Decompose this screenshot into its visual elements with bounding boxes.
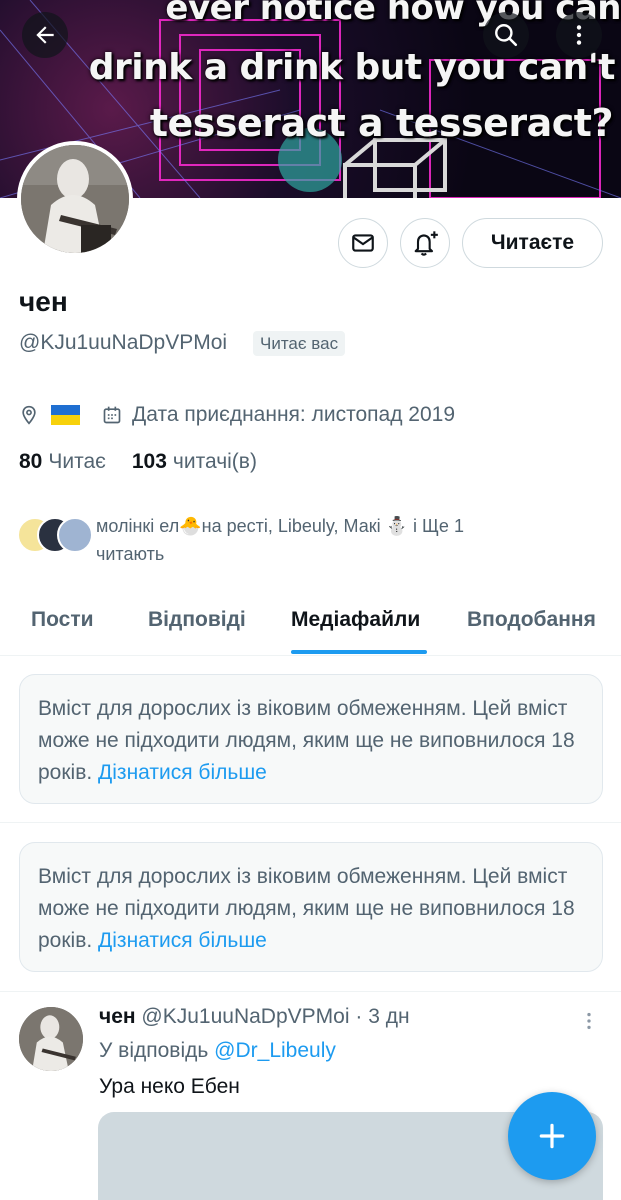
profile-name: чен [19,286,68,317]
tab-posts[interactable]: Пости [31,608,94,632]
sensitive-content-notice: Вміст для дорослих із віковим обмеженням… [19,842,603,972]
sensitive-content-notice: Вміст для дорослих із віковим обмеженням… [19,674,603,804]
banner-text-line-1: ever notice how you can [165,0,621,28]
tweet-header: чен @KJu1uuNaDpVPMoi · 3 дн [99,1005,410,1029]
tweet-reply-context: У відповідь @Dr_Libeuly [99,1039,336,1063]
more-options-button[interactable] [556,12,602,58]
calendar-icon [102,404,122,426]
tweet-text: Ура неко Ебен [99,1075,240,1098]
tweet-more-button[interactable] [578,1008,600,1039]
learn-more-link[interactable]: Дізнатися більше [98,929,267,952]
following-count: 80 [19,450,43,473]
reply-mention-link[interactable]: @Dr_Libeuly [214,1039,336,1062]
mutual-followers-text: молінкі ел🐣на ресті, Libeuly, Макі ⛄ і Щ… [96,512,596,568]
followers-label: читачі(в) [172,450,257,473]
tab-likes[interactable]: Вподобання [467,608,596,632]
arrow-left-icon [36,26,54,44]
tweet-dot-separator: · [355,1005,363,1028]
search-icon [495,24,518,47]
tab-replies[interactable]: Відповіді [148,608,246,632]
avatar-image [19,1007,83,1071]
more-vertical-icon [587,1012,591,1030]
learn-more-link[interactable]: Дізнатися більше [98,761,267,784]
mutual-followers-line-2: читають [96,544,165,564]
search-button[interactable] [483,12,529,58]
profile-tabs: Пости Відповіді Медіафайли Вподобання [0,590,621,656]
profile-meta: Дата приєднання: листопад 2019 [19,400,455,430]
follow-counts: 80 Читає 103 читачі(в) [19,450,257,474]
active-tab-indicator [291,650,427,654]
message-button[interactable] [338,218,388,268]
banner-text-line-2: drink a drink but you can't [88,47,616,88]
divider [0,991,621,992]
tweet-author-avatar[interactable] [19,1007,83,1071]
avatar-image [21,145,129,253]
mutual-avatars [17,517,93,557]
tweet-time[interactable]: 3 дн [368,1005,409,1028]
tweet-author-name[interactable]: чен [99,1005,136,1028]
reply-prefix: У відповідь [99,1039,209,1062]
plus-icon [539,1123,565,1149]
mutual-followers-line-1: молінкі ел🐣на ресті, Libeuly, Макі ⛄ і Щ… [96,516,464,536]
profile-handle: @KJu1uuNaDpVPMoi [19,331,228,354]
tab-media[interactable]: Медіафайли [291,608,420,632]
following-label: Читає [48,450,106,473]
notifications-button[interactable] [400,218,450,268]
banner-text-line-3: tesseract a tesseract? [149,101,614,145]
mail-icon [352,234,374,252]
more-vertical-icon [576,25,582,45]
following-button[interactable]: Читаєте [462,218,603,268]
mutual-avatar [57,517,93,553]
following-link[interactable]: 80 Читає [19,450,106,474]
join-date: Дата приєднання: листопад 2019 [132,403,455,426]
compose-button[interactable] [508,1092,596,1180]
follows-you-badge: Читає вас [253,331,346,356]
profile-avatar[interactable] [17,141,133,257]
ukraine-flag [51,405,80,425]
followers-count: 103 [131,450,167,473]
bell-plus-icon [414,231,438,256]
location-pin-icon [22,405,36,425]
divider [0,822,621,823]
followers-link[interactable]: 103 читачі(в) [132,450,257,474]
back-button[interactable] [22,12,68,58]
tweet-author-handle[interactable]: @KJu1uuNaDpVPMoi [141,1005,349,1028]
